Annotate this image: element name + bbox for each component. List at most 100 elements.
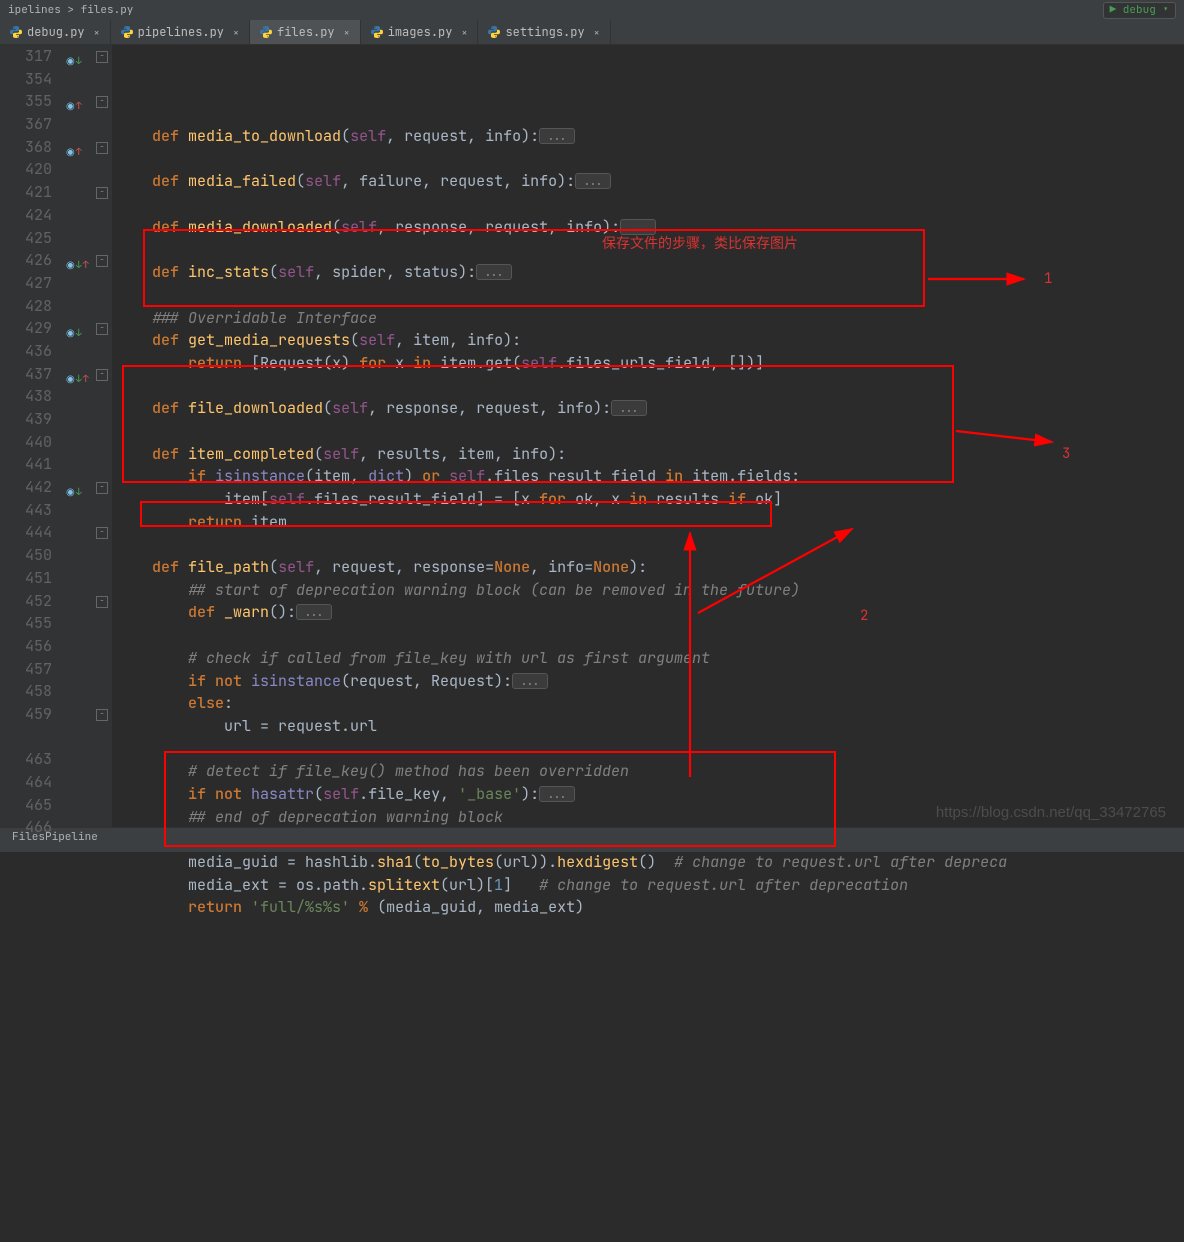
code-line[interactable] [112, 738, 1184, 761]
fold-ellipsis[interactable]: ... [611, 400, 647, 416]
line-number: 466 [0, 816, 52, 839]
line-number: 463 [0, 748, 52, 771]
code-line[interactable] [112, 148, 1184, 171]
tab-images-py[interactable]: images.py× [361, 20, 479, 44]
code-line[interactable] [112, 375, 1184, 398]
line-number: 456 [0, 635, 52, 658]
tab-files-py[interactable]: files.py× [250, 20, 361, 44]
line-number [0, 839, 52, 862]
line-number: 457 [0, 658, 52, 681]
line-number: 368 [0, 136, 52, 159]
fold-icon[interactable]: - [96, 596, 108, 608]
code-line[interactable]: else: [112, 692, 1184, 715]
fold-ellipsis[interactable]: ... [296, 604, 332, 620]
marker-gutter: ◉↓-◉↑-◉↑--◉↓↑-◉↓-◉↓↑-◉↓---- [62, 45, 112, 827]
code-line[interactable] [112, 533, 1184, 556]
code-line[interactable]: if not hasattr(self.file_key, '_base'):.… [112, 783, 1184, 806]
code-line[interactable]: return [Request(x) for x in item.get(sel… [112, 352, 1184, 375]
line-number: 421 [0, 181, 52, 204]
editor: 3173543553673684204214244254264274284294… [0, 45, 1184, 827]
close-icon[interactable]: × [94, 26, 100, 39]
code-line[interactable] [112, 193, 1184, 216]
code-area[interactable]: def media_to_download(self, request, inf… [112, 45, 1184, 827]
watermark: https://blog.csdn.net/qq_33472765 [936, 804, 1166, 821]
line-number: 444 [0, 521, 52, 544]
code-line[interactable]: def inc_stats(self, spider, status):... [112, 261, 1184, 284]
line-number [0, 726, 52, 749]
fold-icon[interactable]: - [96, 323, 108, 335]
code-line[interactable]: # check if called from file_key with url… [112, 647, 1184, 670]
fold-icon[interactable]: - [96, 142, 108, 154]
fold-icon[interactable]: - [96, 51, 108, 63]
fold-icon[interactable]: - [96, 482, 108, 494]
code-line[interactable]: return 'full/%s%s' % (media_guid, media_… [112, 896, 1184, 919]
line-number: 317 [0, 45, 52, 68]
line-number: 354 [0, 68, 52, 91]
code-line[interactable]: def get_media_requests(self, item, info)… [112, 329, 1184, 352]
code-line[interactable]: def media_failed(self, failure, request,… [112, 170, 1184, 193]
line-number: 424 [0, 204, 52, 227]
code-line[interactable] [112, 919, 1184, 942]
fold-icon[interactable]: - [96, 369, 108, 381]
close-icon[interactable]: × [594, 26, 600, 39]
code-line[interactable]: if not isinstance(request, Request):... [112, 670, 1184, 693]
line-number: 465 [0, 794, 52, 817]
fold-icon[interactable]: - [96, 255, 108, 267]
code-line[interactable]: media_guid = hashlib.sha1(to_bytes(url))… [112, 851, 1184, 874]
line-number: 451 [0, 567, 52, 590]
fold-ellipsis[interactable]: ... [575, 173, 611, 189]
code-line[interactable]: if isinstance(item, dict) or self.files_… [112, 465, 1184, 488]
code-line[interactable]: def file_downloaded(self, response, requ… [112, 397, 1184, 420]
line-number: 455 [0, 612, 52, 635]
code-line[interactable]: url = request.url [112, 715, 1184, 738]
code-line[interactable]: media_ext = os.path.splitext(url)[1] # c… [112, 874, 1184, 897]
breadcrumb: ipelines > files.py [8, 3, 133, 17]
code-line[interactable]: return item [112, 511, 1184, 534]
fold-ellipsis[interactable]: ... [476, 264, 512, 280]
code-line[interactable] [112, 828, 1184, 851]
debug-badge[interactable]: ▶ debug ▾ [1103, 2, 1176, 19]
line-number: 459 [0, 703, 52, 726]
line-number: 452 [0, 590, 52, 613]
fold-ellipsis[interactable]: ... [539, 786, 575, 802]
line-number: 443 [0, 499, 52, 522]
code-line[interactable]: def _warn():... [112, 601, 1184, 624]
code-line[interactable]: item[self.files_result_field] = [x for o… [112, 488, 1184, 511]
fold-ellipsis[interactable]: ... [512, 673, 548, 689]
line-number-gutter: 3173543553673684204214244254264274284294… [0, 45, 62, 827]
code-line[interactable]: ### Overridable Interface [112, 307, 1184, 330]
line-number: 427 [0, 272, 52, 295]
code-line[interactable]: def item_completed(self, results, item, … [112, 443, 1184, 466]
line-number: 436 [0, 340, 52, 363]
tab-debug-py[interactable]: debug.py× [0, 20, 111, 44]
close-icon[interactable]: × [344, 26, 350, 39]
fold-icon[interactable]: - [96, 96, 108, 108]
code-line[interactable] [112, 238, 1184, 261]
code-line[interactable] [112, 624, 1184, 647]
fold-ellipsis[interactable]: ... [539, 128, 575, 144]
code-line[interactable] [112, 420, 1184, 443]
code-line[interactable]: ## start of deprecation warning block (c… [112, 579, 1184, 602]
line-number: 437 [0, 363, 52, 386]
line-number: 367 [0, 113, 52, 136]
code-line[interactable]: def file_path(self, request, response=No… [112, 556, 1184, 579]
close-icon[interactable]: × [233, 26, 239, 39]
line-number: 420 [0, 158, 52, 181]
tab-settings-py[interactable]: settings.py× [478, 20, 610, 44]
line-number: 355 [0, 90, 52, 113]
close-icon[interactable]: × [461, 26, 467, 39]
fold-icon[interactable]: - [96, 709, 108, 721]
line-number: 439 [0, 408, 52, 431]
line-number: 428 [0, 295, 52, 318]
code-line[interactable] [112, 284, 1184, 307]
code-line[interactable]: def media_to_download(self, request, inf… [112, 125, 1184, 148]
fold-icon[interactable]: - [96, 187, 108, 199]
code-line[interactable]: # detect if file_key() method has been o… [112, 760, 1184, 783]
line-number: 441 [0, 453, 52, 476]
tab-pipelines-py[interactable]: pipelines.py× [111, 20, 250, 44]
line-number: 438 [0, 385, 52, 408]
code-line[interactable]: def media_downloaded(self, response, req… [112, 216, 1184, 239]
fold-icon[interactable]: - [96, 527, 108, 539]
fold-ellipsis[interactable]: ... [620, 219, 656, 235]
line-number: 450 [0, 544, 52, 567]
